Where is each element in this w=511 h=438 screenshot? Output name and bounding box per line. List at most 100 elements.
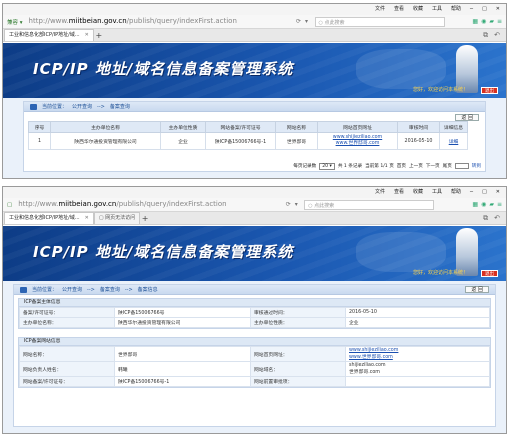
map-graphic [356, 49, 446, 89]
search-input[interactable]: ○ 点此搜索 [304, 199, 435, 210]
tab-miit[interactable]: 工业和信息化部ICP/IP地址/域... ✕ [4, 212, 94, 224]
site-url-link-2[interactable]: www.世界邸哥.com [318, 141, 397, 147]
website-info-section: ICP备案网站信息 网站名称： 世界邸哥 网站首页网址： www.shijiez… [18, 337, 491, 388]
value-review-time: 2016-05-10 [345, 307, 490, 318]
table-row: 1 陕西华尔通投资管理有限公司 企业 陕ICP备15006766号-1 世界邸哥… [28, 132, 468, 150]
next-page-link[interactable]: 下一页 [426, 163, 440, 169]
per-page-select[interactable]: 20 ▾ [319, 162, 335, 170]
per-page-label: 每页记录数 [293, 164, 317, 169]
tab-close-icon[interactable]: ✕ [85, 215, 89, 221]
site-banner: ICP/IP 地址/域名信息备案管理系统 您好，欢迎访问本系统！ 退出 [3, 226, 506, 281]
maximize-icon[interactable]: □ [482, 4, 487, 15]
menu-view[interactable]: 查看 [394, 187, 404, 198]
goto-button[interactable]: 转到 [472, 163, 481, 169]
menu-icon[interactable]: ≡ [497, 18, 502, 25]
grid-icon[interactable]: ▦ [472, 201, 478, 208]
url-domain: miitbeian.gov.cn [58, 200, 117, 208]
label-preapproval: 网站前置审批项： [250, 376, 346, 387]
restore-icon[interactable]: ⧉ [483, 213, 488, 224]
menu-file[interactable]: 文件 [375, 187, 385, 198]
total-records: 共 1 条记录 [337, 164, 363, 169]
menu-help[interactable]: 帮助 [451, 4, 461, 15]
breadcrumb: 当前位置： 公开查询 --> 备案查询 [24, 102, 485, 112]
goto-page-input[interactable] [454, 163, 469, 169]
minimize-icon[interactable]: ─ [470, 4, 473, 15]
toolbar-icons: ▦ ◉ ▰ ≡ [472, 201, 506, 208]
table-row: 备案/许可证号： 陕ICP备15006766号 审核通过时间： 2016-05-… [19, 307, 490, 318]
tab-close-icon[interactable]: ✕ [85, 32, 89, 38]
breadcrumb-public-query[interactable]: 公开查询 [62, 285, 82, 295]
menu-view[interactable]: 查看 [394, 4, 404, 15]
col-license: 网站备案/许可证号 [205, 121, 276, 133]
content-area: 当前位置： 公开查询 --> 备案查询 --> 备案信息 返 回 ICP备案主体… [3, 281, 506, 433]
site-url-link-2[interactable]: www.世界邸哥.com [349, 353, 489, 360]
breadcrumb-public-query[interactable]: 公开查询 [72, 102, 92, 112]
dropdown-icon[interactable]: ▾ [292, 201, 300, 208]
search-placeholder: 点此搜索 [314, 202, 335, 209]
logout-button[interactable]: 退出 [481, 87, 498, 94]
label-site-name: 网站名称： [19, 346, 115, 362]
site-title: ICP/IP 地址/域名信息备案管理系统 [33, 243, 294, 261]
dropdown-icon[interactable]: ▾ [303, 18, 311, 25]
first-page-link[interactable]: 首页 [397, 163, 406, 169]
url-field[interactable]: http://www.miitbeian.gov.cn/publish/quer… [27, 16, 295, 27]
menu-favorites[interactable]: 收藏 [413, 4, 423, 15]
close-icon[interactable]: ✕ [496, 4, 500, 15]
value-license: 陕ICP备15006766号 [114, 307, 251, 318]
refresh-icon[interactable]: ⟳ [284, 201, 292, 208]
breadcrumb-record-query[interactable]: 备案查询 [110, 102, 130, 112]
map-graphic [356, 232, 446, 272]
new-tab-icon[interactable]: + [140, 213, 150, 224]
menu-bar: 文件 查看 收藏 工具 帮助 ─ □ ✕ [3, 187, 506, 198]
label-org-name: 主办单位名称： [19, 317, 115, 328]
cell-license: 陕ICP备15006766号-1 [205, 132, 276, 150]
value-preapproval [345, 376, 490, 387]
restore-icon[interactable]: ⧉ [483, 30, 488, 41]
undo-icon[interactable]: ↶ [494, 30, 500, 41]
menu-tools[interactable]: 工具 [432, 187, 442, 198]
minimize-icon[interactable]: ─ [470, 187, 473, 198]
label-review-time: 审核通过时间： [250, 307, 346, 318]
table-header-row: 序号 主办单位名称 主办单位性质 网站备案/许可证号 网站名称 网站首页网址 审… [28, 121, 468, 133]
extension-icon[interactable]: ◉ [481, 201, 486, 208]
breadcrumb-record-query[interactable]: 备案查询 [100, 285, 120, 295]
menu-favorites[interactable]: 收藏 [413, 187, 423, 198]
refresh-icon[interactable]: ⟳ [295, 18, 303, 25]
subject-info-table: 备案/许可证号： 陕ICP备15006766号 审核通过时间： 2016-05-… [19, 307, 490, 328]
tab-page-unavailable[interactable]: ▢ 网页无法访问 [93, 212, 141, 224]
menu-help[interactable]: 帮助 [451, 187, 461, 198]
folder-icon[interactable]: ▰ [489, 201, 494, 208]
menu-tools[interactable]: 工具 [432, 4, 442, 15]
tab-miit[interactable]: 工业和信息化部ICP/IP地址/域... ✕ [4, 29, 94, 41]
maximize-icon[interactable]: □ [482, 187, 487, 198]
close-icon[interactable]: ✕ [496, 187, 500, 198]
last-page-link[interactable]: 尾页 [443, 163, 452, 169]
screenshot-search-results: 文件 查看 收藏 工具 帮助 ─ □ ✕ 兼容 ▾ http://www.mii… [2, 3, 507, 179]
new-tab-icon[interactable]: + [94, 30, 104, 41]
back-button[interactable]: 返 回 [455, 114, 479, 121]
detail-panel: 当前位置： 公开查询 --> 备案查询 --> 备案信息 返 回 ICP备案主体… [13, 284, 496, 427]
search-placeholder: 点此搜索 [324, 19, 345, 26]
breadcrumb-arrow: --> [97, 103, 105, 110]
detail-link[interactable]: 详细 [439, 132, 468, 150]
compat-mode-button[interactable]: 兼容 ▾ [3, 18, 27, 26]
cell-site-name: 世界邸哥 [275, 132, 318, 150]
tab-title-unavailable: 网页无法访问 [105, 215, 136, 221]
tab-title: 工业和信息化部ICP/IP地址/域... [9, 215, 80, 221]
menu-file[interactable]: 文件 [375, 4, 385, 15]
logout-button[interactable]: 退出 [481, 270, 498, 277]
search-input[interactable]: ○ 点此搜索 [314, 16, 445, 27]
folder-icon[interactable]: ▰ [489, 18, 494, 25]
breadcrumb-arrow: --> [124, 286, 133, 293]
prev-page-link[interactable]: 上一页 [409, 163, 423, 169]
welcome-text: 您好，欢迎访问本系统！ [412, 270, 468, 276]
back-button[interactable]: 返 回 [465, 286, 489, 293]
menu-icon[interactable]: ≡ [497, 201, 502, 208]
grid-icon[interactable]: ▦ [472, 18, 478, 25]
value-site-owner: 韩曦 [114, 361, 251, 377]
url-field[interactable]: http://www.miitbeian.gov.cn/publish/quer… [16, 199, 284, 210]
extension-icon[interactable]: ◉ [481, 18, 486, 25]
undo-icon[interactable]: ↶ [494, 213, 500, 224]
pagination: 每页记录数 20 ▾ 共 1 条记录 当前第 1/1 页 首页 上一页 下一页 … [24, 162, 481, 170]
address-bar: ▢ http://www.miitbeian.gov.cn/publish/qu… [3, 198, 506, 212]
